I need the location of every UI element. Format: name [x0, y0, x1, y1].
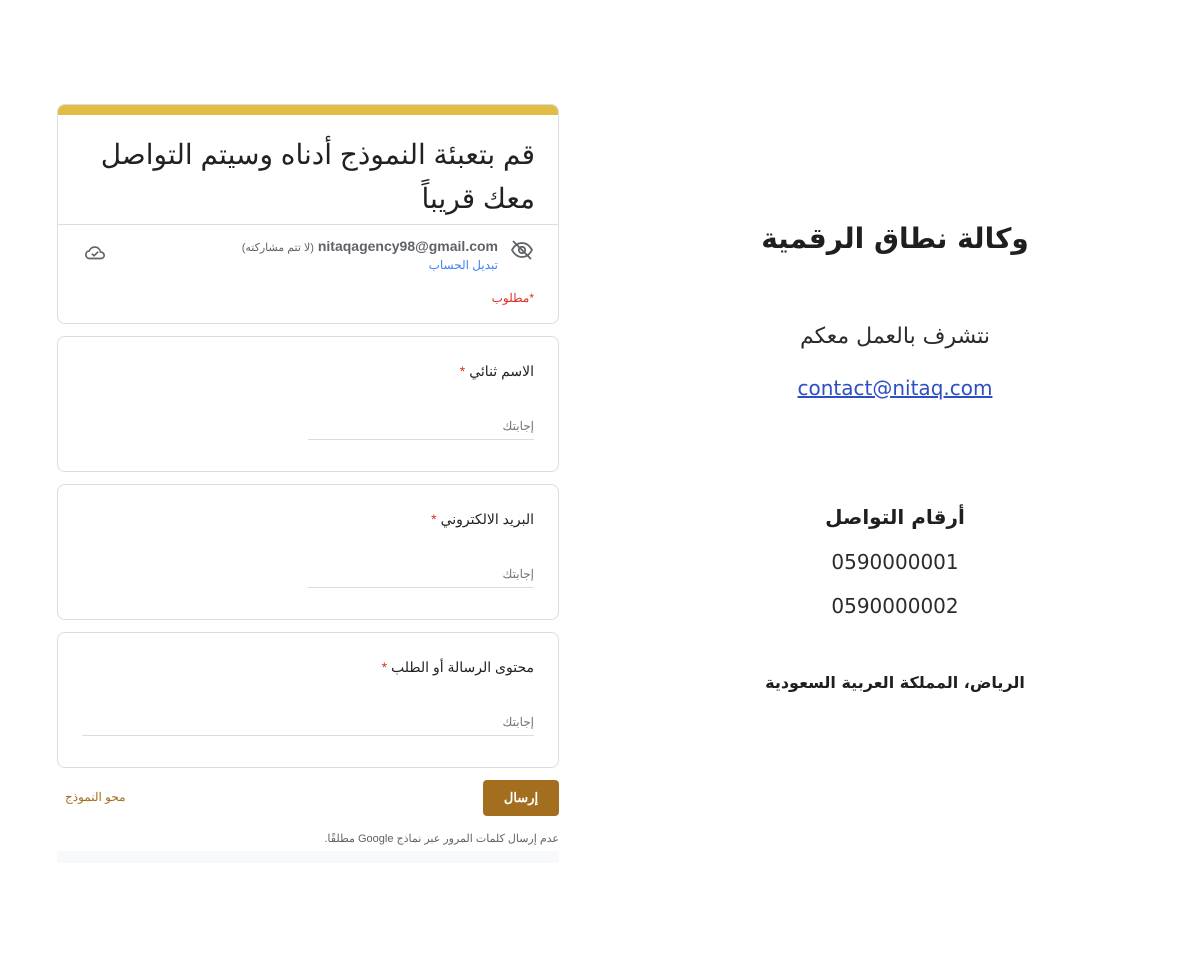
email-answer-input[interactable] [308, 561, 534, 588]
agency-location: الرياض، المملكة العربية السعودية [765, 673, 1025, 692]
agency-name: وكالة نطاق الرقمية [761, 222, 1029, 255]
switch-account-link[interactable]: تبديل الحساب [429, 258, 498, 272]
phones-title: أرقام التواصل [825, 505, 965, 529]
account-row: (لا تتم مشاركته) nitaqagency98@gmail.com… [82, 238, 534, 278]
password-warning: عدم إرسال كلمات المرور عبر نماذج Google … [324, 833, 559, 845]
submit-button[interactable]: إرسال [483, 780, 559, 816]
agency-tagline: نتشرف بالعمل معكم [799, 324, 991, 349]
account-email: nitaqagency98@gmail.com [317, 238, 498, 254]
question-label: محتوى الرسالة أو الطلب* [382, 659, 534, 676]
form-header-card: قم بتعبئة النموذج أدناه وسيتم التواصل مع… [57, 104, 559, 324]
question-text: البريد الالكتروني [440, 511, 534, 527]
question-card-message: محتوى الرسالة أو الطلب* [57, 632, 559, 768]
question-card-email: البريد الالكتروني* [57, 484, 559, 620]
clear-form-link[interactable]: محو النموذج [65, 790, 126, 804]
form-actions: إرسال محو النموذج [57, 780, 559, 828]
required-star: * [431, 511, 437, 527]
page: قم بتعبئة النموذج أدناه وسيتم التواصل مع… [0, 0, 1200, 953]
question-label: البريد الالكتروني* [431, 511, 534, 528]
phone-number: 0590000002 [831, 594, 959, 618]
header-divider [58, 224, 558, 225]
contact-email-link[interactable]: contact@nitaq.com [700, 376, 1090, 400]
required-note: *مطلوب [491, 291, 534, 305]
form-title: قم بتعبئة النموذج أدناه وسيتم التواصل مع… [100, 139, 535, 214]
message-answer-input[interactable] [82, 709, 534, 736]
form-footer-strip [57, 851, 559, 863]
eye-off-icon [510, 240, 534, 260]
required-star: * [459, 363, 466, 379]
question-label: الاسم ثنائي* [460, 363, 534, 380]
account-email-line: (لا تتم مشاركته) nitaqagency98@gmail.com [242, 238, 498, 254]
cloud-done-icon [85, 246, 105, 260]
not-shared-note: (لا تتم مشاركته) [241, 242, 314, 254]
required-star: * [381, 659, 388, 675]
phone-number: 0590000001 [831, 550, 959, 574]
google-form: قم بتعبئة النموذج أدناه وسيتم التواصل مع… [57, 104, 559, 863]
question-text: محتوى الرسالة أو الطلب [391, 659, 534, 675]
name-answer-input[interactable] [308, 413, 534, 440]
question-text: الاسم ثنائي [469, 363, 534, 379]
question-card-name: الاسم ثنائي* [57, 336, 559, 472]
